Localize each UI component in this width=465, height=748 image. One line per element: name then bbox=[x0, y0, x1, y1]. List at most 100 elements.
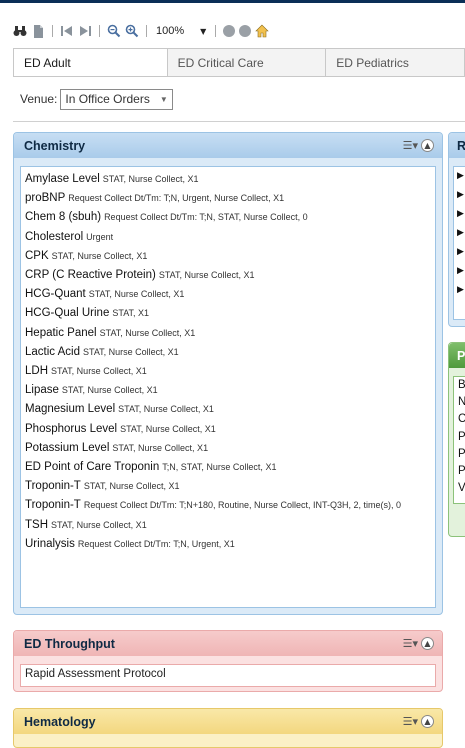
order-name: TSH bbox=[25, 518, 48, 531]
collapse-icon[interactable]: ▲ bbox=[421, 715, 434, 728]
throughput-header: ED Throughput bbox=[14, 631, 442, 656]
throughput-panel: ED Throughput ☰▾ ▲ Rapid Assessment Prot… bbox=[13, 630, 443, 692]
expand-arrow-icon[interactable]: ▶ bbox=[454, 186, 465, 205]
throughput-title: ED Throughput bbox=[24, 636, 115, 651]
order-name: LDH bbox=[25, 365, 49, 378]
order-detail: STAT, Nurse Collect, X1 bbox=[112, 442, 209, 453]
venue-select[interactable]: In Office Orders ▼ bbox=[60, 88, 173, 110]
tab-bar: ED Adult ED Critical Care ED Pediatrics bbox=[13, 48, 465, 77]
list-item[interactable]: Hepatic Panel STAT, Nurse Collect, X1 bbox=[25, 324, 431, 343]
list-item[interactable]: B bbox=[454, 377, 465, 394]
tab-ed-adult[interactable]: ED Adult bbox=[13, 49, 168, 77]
order-detail: STAT, Nurse Collect, X1 bbox=[118, 404, 214, 415]
back-icon[interactable] bbox=[60, 24, 74, 38]
right-panel-2: P BNCPPPV bbox=[448, 342, 465, 537]
list-item[interactable]: proBNP Request Collect Dt/Tm: T;N, Urgent… bbox=[25, 189, 431, 208]
order-detail: STAT, Nurse Collect, X1 bbox=[51, 366, 147, 377]
right-panel-1: R ▶ ▶ ▶ ▶ ▶ ▶ ▶ bbox=[448, 132, 465, 327]
list-item[interactable]: Chem 8 (sbuh) Request Collect Dt/Tm: T;N,… bbox=[25, 208, 431, 227]
list-item[interactable]: Lactic Acid STAT, Nurse Collect, X1 bbox=[25, 343, 431, 362]
order-name: Chem 8 (sbuh) bbox=[25, 211, 102, 224]
venue-value: In Office Orders bbox=[65, 92, 150, 106]
list-item[interactable]: P bbox=[454, 429, 465, 446]
list-item[interactable]: Rapid Assessment Protocol bbox=[25, 668, 431, 680]
list-item[interactable]: N bbox=[454, 394, 465, 411]
expand-arrow-icon[interactable]: ▶ bbox=[454, 243, 465, 262]
collapse-icon[interactable]: ▲ bbox=[421, 139, 434, 152]
binoculars-icon[interactable] bbox=[13, 24, 27, 38]
chemistry-tools: ☰▾ ▲ bbox=[403, 139, 434, 152]
list-item[interactable]: Amylase Level STAT, Nurse Collect, X1 bbox=[25, 170, 431, 189]
list-item[interactable]: ED Point of Care Troponin T;N, STAT, Nurs… bbox=[25, 458, 431, 477]
order-detail: STAT, Nurse Collect, X1 bbox=[51, 250, 148, 261]
list-item[interactable]: TSH STAT, Nurse Collect, X1 bbox=[25, 516, 431, 535]
menu-icon[interactable]: ☰▾ bbox=[403, 637, 418, 650]
list-item[interactable]: CRP (C Reactive Protein) STAT, Nurse Coll… bbox=[25, 266, 431, 285]
order-name: Magnesium Level bbox=[25, 403, 116, 416]
order-detail: STAT, Nurse Collect, X1 bbox=[99, 327, 196, 338]
menu-icon[interactable]: ☰▾ bbox=[403, 715, 418, 728]
list-item[interactable]: HCG-Qual Urine STAT, X1 bbox=[25, 304, 431, 323]
expand-arrow-icon[interactable]: ▶ bbox=[454, 224, 465, 243]
list-item[interactable]: Magnesium Level STAT, Nurse Collect, X1 bbox=[25, 400, 431, 419]
order-detail: Request Collect Dt/Tm: T;N, Urgent, X1 bbox=[77, 538, 235, 549]
collapse-icon[interactable]: ▲ bbox=[421, 637, 434, 650]
divider bbox=[13, 121, 465, 122]
order-name: Lipase bbox=[25, 384, 59, 397]
list-item[interactable]: Potassium Level STAT, Nurse Collect, X1 bbox=[25, 439, 431, 458]
right-panel-1-title: R bbox=[457, 138, 465, 153]
list-item[interactable]: V bbox=[454, 480, 465, 497]
toolbar-separator bbox=[215, 25, 217, 37]
zoom-in-icon[interactable] bbox=[125, 24, 139, 38]
tab-ed-critical-care[interactable]: ED Critical Care bbox=[167, 49, 327, 77]
order-name: ED Point of Care Troponin bbox=[25, 461, 160, 474]
hematology-title: Hematology bbox=[24, 714, 96, 729]
expand-arrow-icon[interactable]: ▶ bbox=[454, 281, 465, 300]
expand-arrow-icon[interactable]: ▶ bbox=[454, 262, 465, 281]
list-item[interactable]: Lipase STAT, Nurse Collect, X1 bbox=[25, 381, 431, 400]
chevron-down-icon: ▼ bbox=[159, 94, 168, 104]
list-item[interactable]: Cholesterol Urgent bbox=[25, 228, 431, 247]
hematology-panel: Hematology ☰▾ ▲ bbox=[13, 708, 443, 748]
list-item[interactable]: LDH STAT, Nurse Collect, X1 bbox=[25, 362, 431, 381]
list-item[interactable]: Phosphorus Level STAT, Nurse Collect, X1 bbox=[25, 420, 431, 439]
tab-ed-pediatrics[interactable]: ED Pediatrics bbox=[326, 49, 465, 77]
chemistry-panel: Chemistry ☰▾ ▲ Amylase Level STAT, Nurse … bbox=[13, 132, 443, 615]
list-item[interactable]: P bbox=[454, 463, 465, 480]
order-detail: STAT, Nurse Collect, X1 bbox=[83, 481, 180, 492]
chemistry-title: Chemistry bbox=[24, 138, 86, 153]
list-item[interactable]: C bbox=[454, 411, 465, 428]
circle-icon[interactable] bbox=[223, 25, 236, 37]
order-detail: STAT, Nurse Collect, X1 bbox=[82, 346, 179, 357]
list-item[interactable]: CPK STAT, Nurse Collect, X1 bbox=[25, 247, 431, 266]
order-name: HCG-Quant bbox=[25, 288, 86, 301]
hematology-header: Hematology bbox=[14, 709, 442, 734]
menu-icon[interactable]: ☰▾ bbox=[403, 139, 418, 152]
list-item[interactable]: HCG-Quant STAT, Nurse Collect, X1 bbox=[25, 285, 431, 304]
forward-icon[interactable] bbox=[78, 24, 92, 38]
throughput-list: Rapid Assessment Protocol bbox=[20, 664, 436, 687]
home-icon[interactable] bbox=[255, 24, 270, 38]
expand-arrow-icon[interactable]: ▶ bbox=[454, 205, 465, 224]
zoom-level[interactable]: 100% bbox=[156, 25, 184, 37]
toolbar-separator bbox=[52, 25, 53, 37]
order-detail: STAT, Nurse Collect, X1 bbox=[88, 289, 185, 300]
order-detail: Request Collect Dt/Tm: T;N+180, Routine,… bbox=[83, 500, 402, 511]
zoom-out-icon[interactable] bbox=[107, 24, 121, 38]
list-item[interactable]: Troponin-T Request Collect Dt/Tm: T;N+180… bbox=[25, 496, 431, 515]
list-item[interactable]: P bbox=[454, 446, 465, 463]
right-panel-1-list: ▶ ▶ ▶ ▶ ▶ ▶ ▶ bbox=[453, 166, 465, 320]
zoom-dropdown-icon[interactable]: ▼ bbox=[200, 27, 206, 36]
circle-icon[interactable] bbox=[239, 25, 252, 37]
order-detail: STAT, Nurse Collect, X1 bbox=[158, 270, 255, 281]
right-panel-2-list: BNCPPPV bbox=[453, 376, 465, 504]
document-icon[interactable] bbox=[31, 24, 45, 38]
expand-arrow-icon[interactable]: ▶ bbox=[454, 167, 465, 186]
order-name: Troponin-T bbox=[25, 480, 81, 493]
order-detail: T;N, STAT, Nurse Collect, X1 bbox=[162, 462, 277, 473]
order-name: CRP (C Reactive Protein) bbox=[25, 269, 156, 282]
list-item[interactable]: Troponin-T STAT, Nurse Collect, X1 bbox=[25, 477, 431, 496]
list-item[interactable]: Urinalysis Request Collect Dt/Tm: T;N, Ur… bbox=[25, 535, 431, 554]
order-name: Urinalysis bbox=[25, 537, 75, 550]
order-name: proBNP bbox=[25, 192, 66, 205]
